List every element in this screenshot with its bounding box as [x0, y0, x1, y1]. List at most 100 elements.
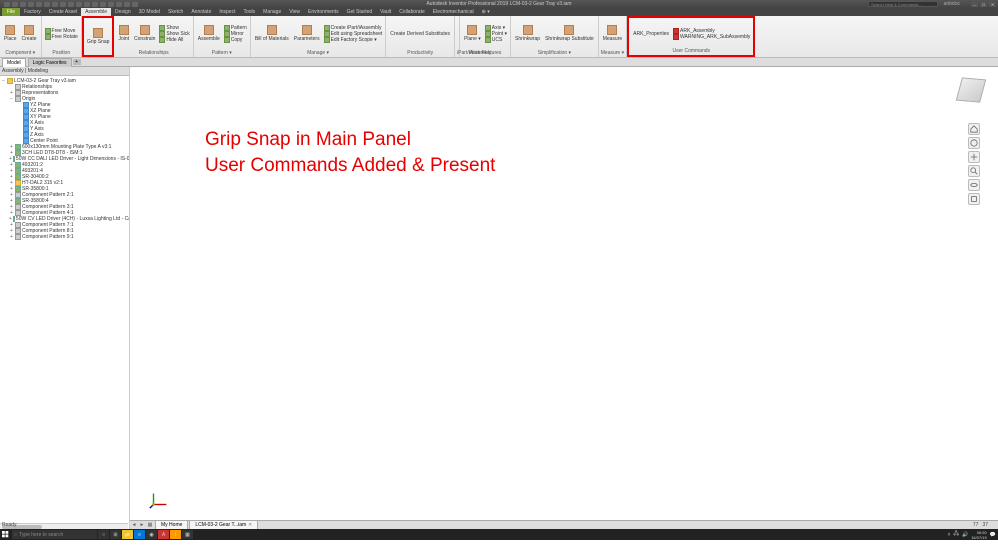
parameters-button[interactable]: Parameters [292, 17, 322, 50]
status-right: 7737 [973, 522, 988, 528]
network-icon[interactable]: 🖧 [953, 531, 959, 539]
joint-button[interactable]: Joint [116, 17, 131, 50]
qat-btn[interactable] [100, 2, 106, 7]
qat-btn[interactable] [60, 2, 66, 7]
qat-btn[interactable] [28, 2, 34, 7]
orbit-icon[interactable] [968, 179, 980, 191]
volume-icon[interactable]: 🔊 [962, 532, 968, 538]
file-explorer-icon[interactable]: 📁 [122, 530, 133, 539]
browser-tab-add[interactable]: + [73, 59, 81, 65]
edge-icon[interactable]: e [134, 530, 145, 539]
home-view-icon[interactable] [968, 123, 980, 135]
user-label[interactable]: anbdoc [944, 1, 960, 7]
canvas[interactable]: Grip Snap in Main Panel User Commands Ad… [130, 67, 998, 540]
tab-inspect[interactable]: Inspect [215, 8, 239, 16]
look-at-icon[interactable] [968, 193, 980, 205]
doc-nav-grid[interactable]: ▦ [146, 522, 154, 528]
pan-icon[interactable] [968, 151, 980, 163]
chrome-icon[interactable]: ◉ [146, 530, 157, 539]
tab-create-asset[interactable]: Create Assel [45, 8, 81, 16]
maximize-button[interactable]: ☐ [980, 2, 987, 7]
qat-btn[interactable] [92, 2, 98, 7]
qat-btn[interactable] [68, 2, 74, 7]
qat-btn[interactable] [124, 2, 130, 7]
ucs-button[interactable]: UCS [484, 37, 508, 43]
tab-design[interactable]: Design [111, 8, 135, 16]
task-view-icon[interactable]: ⊞ [110, 530, 121, 539]
plane-button[interactable]: Plane ▾ [462, 17, 483, 50]
minimize-button[interactable]: — [971, 2, 978, 7]
measure-button[interactable]: Measure [601, 17, 624, 50]
expand-icon[interactable]: + [9, 234, 14, 240]
tab-tools[interactable]: Tools [239, 8, 259, 16]
qat-btn[interactable] [12, 2, 18, 7]
shrinkwrap-button[interactable]: Shrinkwrap [513, 17, 542, 50]
document-tabs: ◄ ► ▦ My Home LCM-03-2 Gear T...iam✕ [130, 520, 998, 529]
qat-btn[interactable] [36, 2, 42, 7]
qat-btn[interactable] [4, 2, 10, 7]
doc-nav-right[interactable]: ► [138, 522, 146, 528]
tab-3d-model[interactable]: 3D Model [135, 8, 164, 16]
cortana-icon[interactable]: ○ [98, 530, 109, 539]
expand-icon[interactable]: − [9, 96, 14, 102]
place-button[interactable]: Place [2, 17, 19, 50]
tab-manage[interactable]: Manage [259, 8, 285, 16]
free-rotate-button[interactable]: Free Rotate [44, 34, 79, 40]
tab-get-started[interactable]: Get Started [343, 8, 377, 16]
qat-btn[interactable] [76, 2, 82, 7]
doc-nav-left[interactable]: ◄ [130, 522, 138, 528]
status-ready: Ready [2, 522, 16, 528]
grip-snap-button[interactable]: Grip Snap [85, 18, 112, 54]
tab-factory[interactable]: Factory [20, 8, 45, 16]
qat-btn[interactable] [108, 2, 114, 7]
qat-btn[interactable] [20, 2, 26, 7]
qat-btn[interactable] [44, 2, 50, 7]
taskbar-search[interactable]: ○Type here to search [12, 530, 97, 539]
node-icon [7, 78, 13, 84]
tab-sketch[interactable]: Sketch [164, 8, 187, 16]
autocad-icon[interactable]: A [158, 530, 169, 539]
ribbon-tabs: File Factory Create Assel Assemble Desig… [0, 8, 998, 16]
tab-assemble[interactable]: Assemble [81, 8, 111, 16]
zoom-icon[interactable] [968, 165, 980, 177]
tab-environments[interactable]: Environments [304, 8, 343, 16]
help-search[interactable]: Search Help & Commands... [868, 1, 938, 7]
bom-button[interactable]: Bill of Materials [253, 17, 291, 50]
clock[interactable]: 06:50 16/07/19 [971, 530, 987, 540]
tab-view[interactable]: View [285, 8, 304, 16]
browser-tab-model[interactable]: Model [2, 58, 26, 67]
create-derived-substitutes-button[interactable]: Create Derived Substitutes [388, 17, 452, 50]
qat-btn[interactable] [132, 2, 138, 7]
close-icon[interactable]: ✕ [248, 522, 252, 528]
close-button[interactable]: ✕ [989, 2, 996, 7]
start-button[interactable] [0, 529, 11, 540]
qat-btn[interactable] [52, 2, 58, 7]
tray-up-icon[interactable]: ˄ [947, 532, 950, 538]
model-browser: Assembly | Modeling −LCM-03-2 Gear Tray … [0, 67, 130, 540]
tab-extra[interactable]: ⊕ ▾ [478, 8, 494, 16]
tree-node[interactable]: +Component Pattern 9:1 [1, 234, 128, 240]
assemble-button-2[interactable]: Assemble [196, 17, 222, 50]
tab-collaborate[interactable]: Collaborate [395, 8, 429, 16]
tab-vault[interactable]: Vault [376, 8, 395, 16]
tab-annotate[interactable]: Annotate [187, 8, 215, 16]
qat-btn[interactable] [84, 2, 90, 7]
viewcube[interactable] [956, 75, 986, 105]
file-tab[interactable]: File [2, 8, 20, 16]
notifications-icon[interactable]: 💬 [990, 532, 996, 538]
ark-properties-button[interactable]: ARK_Properties [631, 19, 671, 48]
app-icon[interactable]: ▦ [182, 530, 193, 539]
browser-tab-logic[interactable]: Logic Favorites [28, 58, 72, 67]
create-button[interactable]: Create [20, 17, 39, 50]
shrinkwrap-substitute-button[interactable]: Shrinkwrap Substitute [543, 17, 596, 50]
full-nav-wheel-icon[interactable] [968, 137, 980, 149]
inventor-icon[interactable]: I [170, 530, 181, 539]
expand-icon[interactable]: − [1, 78, 6, 84]
edit-factory-scope-button[interactable]: Edit Factory Scope ▾ [323, 37, 384, 43]
constrain-button[interactable]: Constrain [132, 17, 157, 50]
tab-electromechanical[interactable]: Electromechanical [429, 8, 478, 16]
copy-button[interactable]: Copy [223, 37, 248, 43]
warning-ark-subassembly-button[interactable]: WARNING_ARK_SubAssembly [672, 34, 751, 40]
hide-all-button[interactable]: Hide All [158, 37, 190, 43]
qat-btn[interactable] [116, 2, 122, 7]
